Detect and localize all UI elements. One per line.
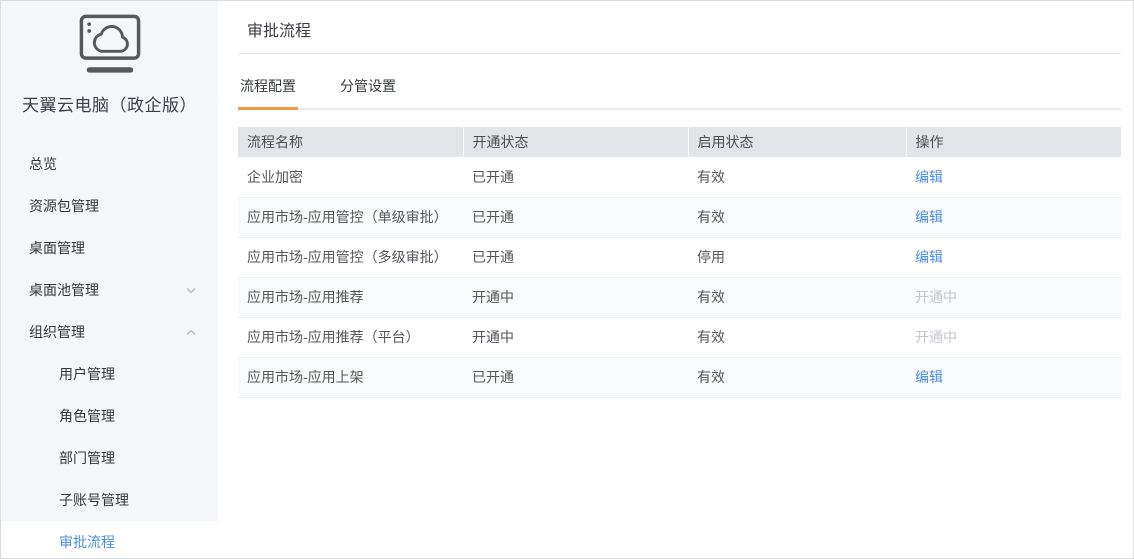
cell-action: 开通中 — [906, 317, 1121, 357]
main-content: 审批流程 流程配置 分管设置 流程名称 开通状态 启用状态 操作 — [218, 1, 1133, 558]
tab-bar: 流程配置 分管设置 — [238, 54, 1121, 110]
table-row: 应用市场-应用推荐（平台） 开通中 有效 开通中 — [238, 317, 1121, 357]
cell-enable-status: 有效 — [688, 197, 906, 237]
column-header-enable-status: 启用状态 — [688, 127, 906, 157]
sidebar-item-label: 审批流程 — [59, 534, 115, 550]
table-row: 应用市场-应用推荐 开通中 有效 开通中 — [238, 277, 1121, 317]
column-header-flow-name: 流程名称 — [238, 127, 463, 157]
edit-link[interactable]: 编辑 — [915, 169, 943, 185]
sidebar-item-organization[interactable]: 组织管理 — [1, 311, 218, 353]
column-header-action: 操作 — [906, 127, 1121, 157]
opening-in-progress-text: 开通中 — [915, 289, 957, 305]
cloud-monitor-icon — [79, 13, 141, 77]
sidebar-item-label: 桌面池管理 — [29, 282, 99, 298]
edit-link[interactable]: 编辑 — [915, 249, 943, 265]
sidebar-item-label: 总览 — [29, 156, 57, 172]
cell-action: 编辑 — [906, 157, 1121, 197]
logo — [1, 1, 218, 77]
sidebar-item-label: 子账号管理 — [59, 492, 129, 508]
sidebar-item-user-management[interactable]: 用户管理 — [1, 353, 218, 395]
page-title: 审批流程 — [238, 1, 1121, 53]
cell-action: 编辑 — [906, 197, 1121, 237]
cell-enable-status: 有效 — [688, 317, 906, 357]
edit-link[interactable]: 编辑 — [915, 209, 943, 225]
cell-enable-status: 有效 — [688, 157, 906, 197]
sidebar-item-label: 部门管理 — [59, 450, 115, 466]
sidebar-item-label: 组织管理 — [29, 324, 85, 340]
cell-flow-name: 应用市场-应用管控（单级审批） — [238, 197, 463, 237]
sidebar-item-subaccount-management[interactable]: 子账号管理 — [1, 479, 218, 521]
sidebar-menu: 总览 资源包管理 桌面管理 桌面池管理 组织管理 用户管理 — [1, 143, 218, 559]
cell-action: 开通中 — [906, 277, 1121, 317]
sidebar-item-label: 资源包管理 — [29, 198, 99, 214]
column-header-open-status: 开通状态 — [463, 127, 688, 157]
table-header-row: 流程名称 开通状态 启用状态 操作 — [238, 127, 1121, 157]
tab-management-settings[interactable]: 分管设置 — [338, 54, 398, 110]
cell-enable-status: 有效 — [688, 357, 906, 397]
app-title: 天翼云电脑（政企版） — [1, 91, 218, 116]
sidebar-item-resource-package[interactable]: 资源包管理 — [1, 185, 218, 227]
opening-in-progress-text: 开通中 — [915, 329, 957, 345]
chevron-up-icon — [186, 329, 196, 336]
app-window: 天翼云电脑（政企版） 总览 资源包管理 桌面管理 桌面池管理 组织管理 — [0, 0, 1134, 559]
cell-action: 编辑 — [906, 237, 1121, 277]
cell-open-status: 已开通 — [463, 237, 688, 277]
cell-flow-name: 企业加密 — [238, 157, 463, 197]
cell-flow-name: 应用市场-应用推荐（平台） — [238, 317, 463, 357]
sidebar-item-label: 角色管理 — [59, 408, 115, 424]
chevron-down-icon — [186, 287, 196, 294]
tab-workflow-config[interactable]: 流程配置 — [238, 54, 298, 110]
sidebar-item-approval-workflow[interactable]: 审批流程 — [1, 521, 218, 559]
sidebar-item-role-management[interactable]: 角色管理 — [1, 395, 218, 437]
table-row: 企业加密 已开通 有效 编辑 — [238, 157, 1121, 197]
table-row: 应用市场-应用管控（单级审批） 已开通 有效 编辑 — [238, 197, 1121, 237]
edit-link[interactable]: 编辑 — [915, 369, 943, 385]
sidebar-item-label: 用户管理 — [59, 366, 115, 382]
sidebar: 天翼云电脑（政企版） 总览 资源包管理 桌面管理 桌面池管理 组织管理 — [1, 1, 218, 558]
cell-enable-status: 有效 — [688, 277, 906, 317]
cell-action: 编辑 — [906, 357, 1121, 397]
cell-open-status: 已开通 — [463, 157, 688, 197]
cell-flow-name: 应用市场-应用管控（多级审批） — [238, 237, 463, 277]
cell-enable-status: 停用 — [688, 237, 906, 277]
sidebar-item-desktop-management[interactable]: 桌面管理 — [1, 227, 218, 269]
table-row: 应用市场-应用管控（多级审批） 已开通 停用 编辑 — [238, 237, 1121, 277]
cell-open-status: 已开通 — [463, 357, 688, 397]
cell-open-status: 开通中 — [463, 317, 688, 357]
cell-open-status: 已开通 — [463, 197, 688, 237]
sidebar-item-label: 桌面管理 — [29, 240, 85, 256]
sidebar-item-department-management[interactable]: 部门管理 — [1, 437, 218, 479]
workflow-table: 流程名称 开通状态 启用状态 操作 企业加密 已开通 有效 编辑 — [238, 127, 1121, 398]
table-row: 应用市场-应用上架 已开通 有效 编辑 — [238, 357, 1121, 397]
sidebar-item-overview[interactable]: 总览 — [1, 143, 218, 185]
cell-flow-name: 应用市场-应用上架 — [238, 357, 463, 397]
sidebar-item-desktop-pool[interactable]: 桌面池管理 — [1, 269, 218, 311]
cell-open-status: 开通中 — [463, 277, 688, 317]
cell-flow-name: 应用市场-应用推荐 — [238, 277, 463, 317]
